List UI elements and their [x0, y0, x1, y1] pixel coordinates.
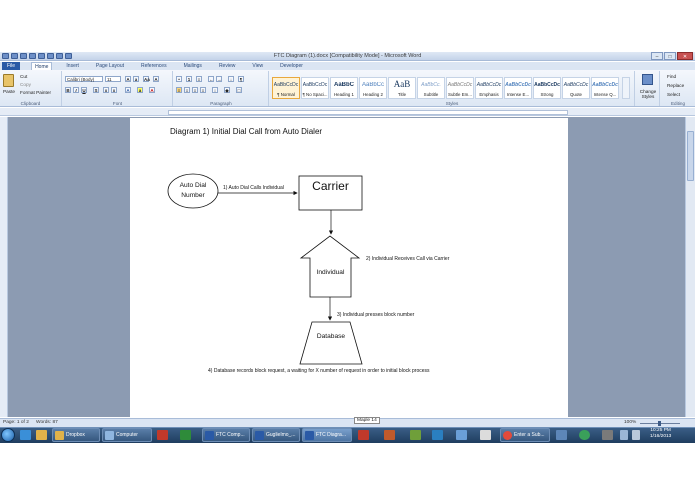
chrome-icon: [503, 431, 512, 440]
taskbar-label: Dropbox: [66, 432, 85, 438]
auto-dial-label: Auto Dial Number: [179, 182, 207, 199]
volume-icon[interactable]: [632, 430, 640, 440]
app-icon[interactable]: [410, 430, 421, 440]
word-icon: [205, 431, 214, 440]
taskbar-label: Enter a Sub...: [514, 432, 545, 438]
computer-icon: [105, 431, 114, 440]
ie-icon[interactable]: [20, 430, 31, 440]
taskbar-label: Guglielmo_...: [266, 432, 296, 438]
folder-icon: [55, 431, 64, 440]
database-label: Database: [316, 333, 346, 340]
status-bar: Page: 1 of 2 Words: 87 100%: [0, 418, 695, 427]
taskbar-ftc-diagram[interactable]: FTC Diagra...: [302, 428, 352, 442]
taskbar-computer[interactable]: Computer: [102, 428, 152, 442]
step-1-label: 1) Auto Dial Calls Individual: [223, 185, 284, 191]
taskbar-ftc-comp[interactable]: FTC Comp...: [202, 428, 250, 442]
zoom-slider-thumb[interactable]: [658, 421, 661, 426]
word-icon: [255, 431, 264, 440]
individual-label: Individual: [316, 269, 345, 276]
taskbar-chrome[interactable]: Enter a Sub...: [500, 428, 550, 442]
pdf-icon[interactable]: [358, 430, 369, 440]
database-node: [299, 321, 363, 365]
word-count[interactable]: Words: 87: [36, 420, 58, 425]
notepad-icon[interactable]: [480, 430, 491, 440]
excel-icon[interactable]: [180, 430, 191, 440]
taskbar-label: Computer: [116, 432, 138, 438]
clock-date: 1/16/2013: [650, 434, 672, 439]
word-icon: [305, 431, 314, 440]
globe-icon[interactable]: [432, 430, 443, 440]
mathematica-icon[interactable]: [384, 430, 395, 440]
taskbar-label: FTC Comp...: [216, 432, 245, 438]
step-3-label: 3) Individual presses block number: [337, 312, 415, 318]
individual-node: [299, 235, 361, 298]
start-button[interactable]: [1, 428, 15, 442]
carrier-label: Carrier: [312, 179, 349, 193]
folder-icon[interactable]: [36, 430, 47, 440]
taskbar-clock[interactable]: 10:25 PM 1/16/2013: [650, 428, 671, 440]
settings-icon[interactable]: [556, 430, 567, 440]
taskbar-label: FTC Diagra...: [316, 432, 347, 438]
step-2-label: 2) Individual Receives Call via Carrier: [366, 256, 450, 262]
network-icon[interactable]: [456, 430, 467, 440]
maple-icon[interactable]: [157, 430, 168, 440]
sync-icon[interactable]: [579, 430, 590, 440]
taskbar-guglielmo[interactable]: Guglielmo_...: [252, 428, 300, 442]
step-4-label: 4) Database records block request, a wai…: [208, 368, 430, 374]
page-count[interactable]: Page: 1 of 2: [3, 420, 29, 425]
taskbar-tooltip: Maple 14: [354, 417, 380, 424]
network-tray-icon[interactable]: [620, 430, 628, 440]
tray-arrow-icon[interactable]: [602, 430, 613, 440]
taskbar-dropbox[interactable]: Dropbox: [52, 428, 100, 442]
zoom-level[interactable]: 100%: [624, 420, 636, 425]
